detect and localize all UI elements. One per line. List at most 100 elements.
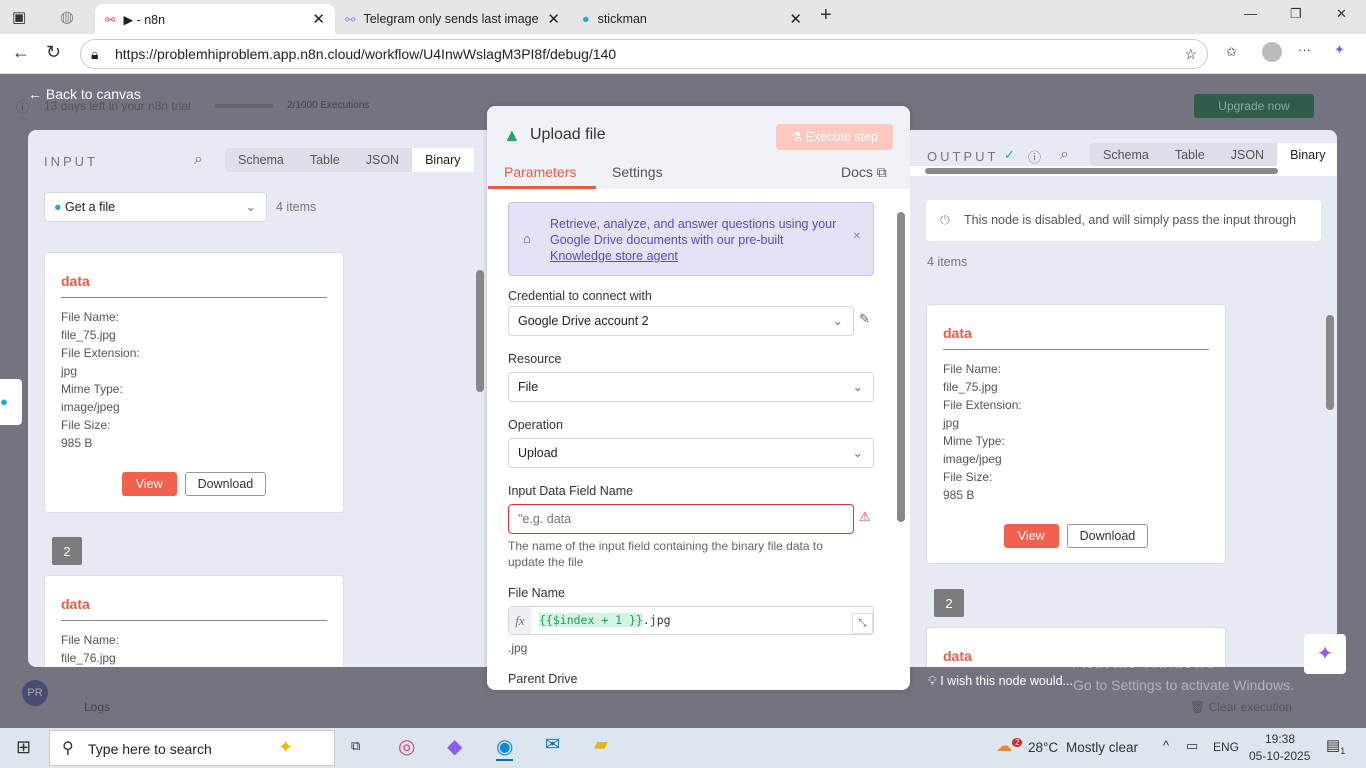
view-button[interactable]: View: [1003, 524, 1059, 548]
new-tab-button[interactable]: +: [820, 4, 832, 27]
chevron-up-icon[interactable]: ^: [1163, 738, 1169, 753]
telegram-node-icon[interactable]: ●: [0, 379, 22, 425]
knowledge-agent-banner: ⌂ Retrieve, analyze, and answer question…: [508, 202, 874, 276]
search-icon[interactable]: ⌕: [194, 151, 203, 169]
notification-icon[interactable]: ▤1: [1326, 736, 1345, 756]
close-icon[interactable]: ✕: [853, 231, 861, 242]
file-explorer-icon[interactable]: ▰: [594, 734, 608, 755]
tab-json[interactable]: JSON: [353, 148, 412, 172]
view-button[interactable]: View: [121, 472, 177, 496]
chevron-down-icon: ⌄: [245, 200, 256, 214]
edit-pencil-icon[interactable]: ✎: [859, 311, 870, 327]
binary-item-card: data File Name: file_75.jpg File Extension…: [926, 304, 1226, 564]
output-panel: OUTPUT ✓ ⓘ ⌕ Schema Table JSON Binary ⏻ This…: [910, 130, 1337, 667]
url-input[interactable]: 🔒︎ https://problemhiproblem.app.n8n.cloud…: [80, 39, 1208, 69]
address-bar: ← ↻ 🔒︎ https://problemhiproblem.app.n8n.c…: [0, 34, 1366, 74]
maximize-button[interactable]: ❐: [1290, 6, 1302, 22]
file-name-expression-input[interactable]: fx {{$index + 1 }}.jpg ⤡: [508, 606, 874, 635]
edge-icon[interactable]: ◉: [496, 734, 514, 761]
profile-avatar[interactable]: [1262, 42, 1282, 62]
tab-binary[interactable]: Binary: [412, 148, 474, 172]
chevron-down-icon: ⌄: [832, 314, 843, 328]
favorites-icon[interactable]: ✩: [1226, 44, 1237, 60]
input-scrollbar[interactable]: [476, 270, 484, 392]
upgrade-button[interactable]: Upgrade now: [1194, 94, 1314, 118]
tab-n8n[interactable]: ⚯ ▶ - n8n ✕: [95, 4, 335, 34]
back-to-canvas-button[interactable]: ← Back to canvas: [28, 86, 141, 102]
windows-start-icon[interactable]: ⊞: [16, 737, 31, 758]
item-index-badge: 2: [934, 589, 964, 617]
browser-tab-bar: ▣ ◍ ⚯ ▶ - n8n ✕ ⚯ Telegram only sends las…: [0, 0, 1366, 34]
tab-table[interactable]: Table: [297, 148, 353, 172]
copilot-app-icon[interactable]: ◆: [447, 734, 462, 759]
close-icon[interactable]: ✕: [312, 10, 325, 28]
horizontal-scrollbar[interactable]: [910, 166, 1337, 176]
avatar[interactable]: PR: [22, 680, 48, 706]
fx-icon: fx: [509, 607, 531, 634]
input-panel: INPUT ⌕ Schema Table JSON Binary ● Get a fi…: [28, 130, 488, 667]
battery-icon[interactable]: ▭: [1186, 738, 1198, 754]
google-drive-icon: ▲: [503, 125, 521, 145]
weather-icon[interactable]: ☁ 2: [996, 736, 1023, 756]
download-button[interactable]: Download: [1066, 524, 1149, 548]
copilot-sparkle-icon: ✦: [278, 737, 294, 757]
tab-table[interactable]: Table: [1162, 143, 1218, 167]
success-check-icon: ✓: [1004, 147, 1015, 162]
ai-assistant-button[interactable]: ✦: [1304, 634, 1346, 674]
tab-telegram-forum[interactable]: ⚯ Telegram only sends last image w ✕: [335, 4, 570, 34]
output-scrollbar[interactable]: [1326, 315, 1334, 410]
item-index-badge: 2: [52, 537, 82, 565]
search-icon: ⚲: [62, 740, 74, 757]
executions-progress: [214, 104, 274, 108]
feedback-link[interactable]: 💡︎ I wish this node would...: [928, 674, 1073, 689]
back-icon[interactable]: ←: [12, 42, 30, 63]
outlook-icon[interactable]: ✉: [545, 734, 560, 755]
close-icon[interactable]: ✕: [789, 10, 802, 28]
clear-execution-button[interactable]: 🗑︎ Clear execution: [1190, 700, 1292, 714]
warning-icon: ⚠: [859, 509, 871, 524]
reload-icon[interactable]: ↻: [46, 42, 61, 63]
binary-item-card: data File Name: file_75.jpg File Extension…: [44, 252, 344, 513]
expand-editor-icon[interactable]: ⤡: [852, 613, 873, 634]
sidebar-toggle-icon[interactable]: ▣: [12, 8, 26, 26]
node-title[interactable]: Upload file: [530, 126, 606, 144]
logs-label[interactable]: Logs: [84, 700, 110, 714]
docs-link[interactable]: Docs ⧉: [841, 164, 887, 181]
windows-taskbar: ⊞ ⚲ Type here to search ✦ ⧉ ◎ ◆ ◉ ✉ ▰ ☁ 2…: [0, 728, 1366, 768]
credential-select[interactable]: Google Drive account 2 ⌄: [508, 306, 854, 336]
knowledge-store-agent-link[interactable]: Knowledge store agent: [550, 249, 678, 263]
minimize-button[interactable]: —: [1244, 6, 1257, 21]
tab-parameters[interactable]: Parameters: [504, 164, 576, 180]
power-icon: ⏻: [940, 213, 950, 227]
taskbar-search-input[interactable]: ⚲ Type here to search ✦: [49, 730, 335, 766]
task-view-icon[interactable]: ⧉: [351, 738, 360, 754]
app-icon[interactable]: ◎: [398, 734, 415, 759]
execute-step-button[interactable]: ⚗ Execute step: [776, 124, 893, 150]
tab-schema[interactable]: Schema: [1090, 143, 1162, 167]
tab-stickman[interactable]: ● stickman ✕: [572, 4, 812, 34]
robot-icon: ⌂: [523, 231, 531, 246]
tab-json[interactable]: JSON: [1218, 143, 1277, 167]
copilot-icon[interactable]: ✦: [1334, 42, 1345, 58]
telegram-icon: ●: [582, 12, 590, 26]
resource-select[interactable]: File ⌄: [508, 372, 874, 402]
language-indicator[interactable]: ENG: [1213, 740, 1239, 754]
close-window-button[interactable]: ✕: [1336, 6, 1347, 22]
search-icon[interactable]: ⌕: [1060, 146, 1069, 164]
tab-schema[interactable]: Schema: [225, 148, 297, 172]
more-icon[interactable]: ···: [1298, 42, 1311, 57]
operation-select[interactable]: Upload ⌄: [508, 438, 874, 468]
tab-binary[interactable]: Binary: [1277, 143, 1337, 167]
input-source-select[interactable]: ● Get a file ⌄: [44, 192, 267, 222]
input-view-switch: Schema Table JSON Binary: [225, 148, 474, 172]
close-icon[interactable]: ✕: [547, 10, 560, 28]
tab-settings[interactable]: Settings: [612, 164, 663, 180]
input-data-field-name-input[interactable]: [508, 504, 854, 534]
node-parameters-panel: ▲ Upload file ⚗ Execute step Parameters …: [487, 106, 910, 690]
info-icon[interactable]: ⓘ: [1028, 147, 1041, 166]
parameters-scrollbar[interactable]: [897, 212, 905, 522]
globe-icon[interactable]: ◍: [60, 7, 74, 27]
activate-windows-watermark: Activate Windows: [1073, 652, 1216, 672]
favorite-icon[interactable]: ☆: [1184, 40, 1197, 68]
download-button[interactable]: Download: [184, 472, 267, 496]
